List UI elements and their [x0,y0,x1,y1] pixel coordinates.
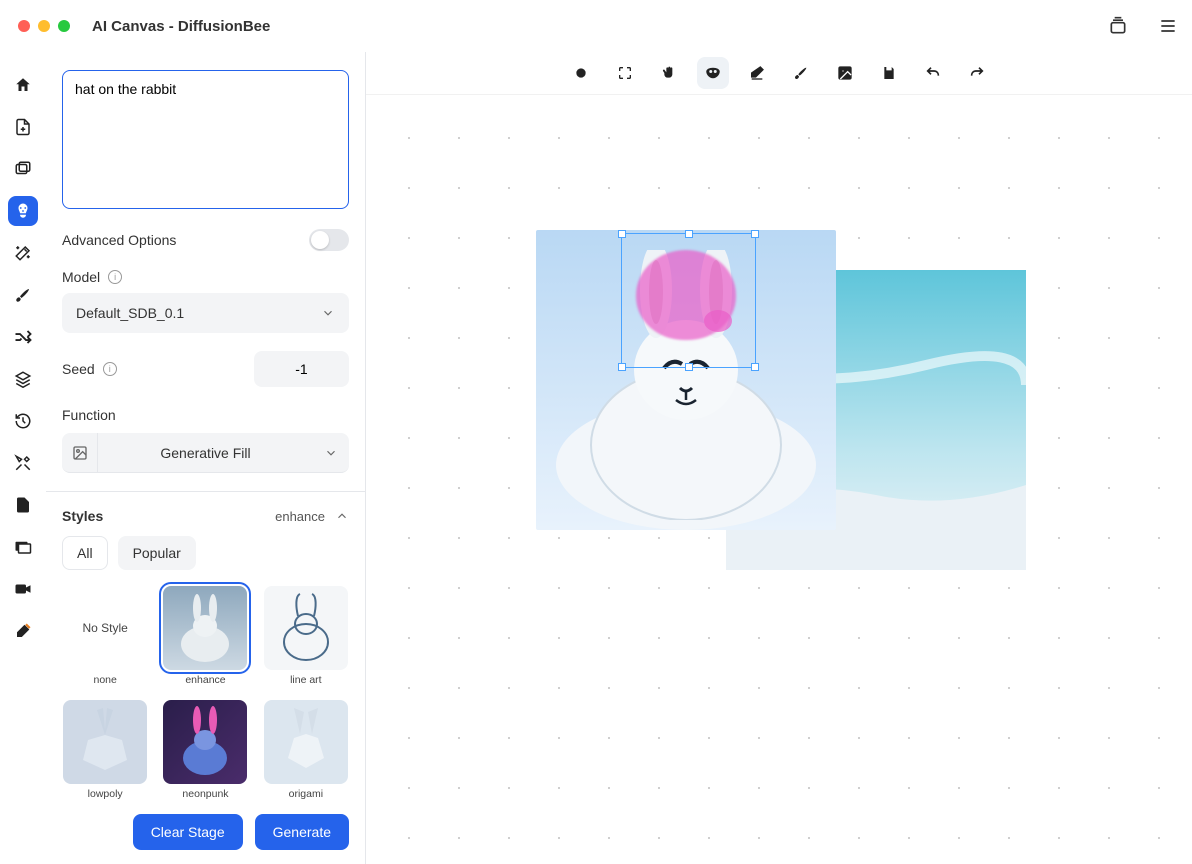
close-window-button[interactable] [18,20,30,32]
chevron-up-icon[interactable] [335,509,349,523]
canvas-toolbar [366,52,1192,94]
nav-gallery-icon[interactable] [8,532,38,562]
styles-current: enhance [275,509,325,524]
tool-undo-icon[interactable] [917,57,949,89]
canvas-area [366,52,1192,864]
seed-input[interactable] [254,351,349,387]
nav-layers-icon[interactable] [8,364,38,394]
nav-brush-icon[interactable] [8,280,38,310]
selection-box[interactable] [621,233,756,368]
minimize-window-button[interactable] [38,20,50,32]
resize-handle[interactable] [685,363,693,371]
style-card-none[interactable]: No Style none [62,586,148,686]
generate-button[interactable]: Generate [255,814,349,850]
info-icon[interactable]: i [108,270,122,284]
chevron-down-icon [321,306,335,320]
style-caption: origami [289,788,323,800]
nav-rail [0,52,46,864]
nav-shuffle-icon[interactable] [8,322,38,352]
resize-handle[interactable] [751,230,759,238]
tool-image-icon[interactable] [829,57,861,89]
no-style-label: No Style [82,621,127,635]
model-value: Default_SDB_0.1 [76,305,184,321]
maximize-window-button[interactable] [58,20,70,32]
nav-build-icon[interactable] [8,616,38,646]
nav-document-icon[interactable] [8,490,38,520]
nav-images-icon[interactable] [8,154,38,184]
seed-label: Seed [62,361,95,377]
tool-hand-icon[interactable] [653,57,685,89]
resize-handle[interactable] [751,363,759,371]
tool-save-icon[interactable] [873,57,905,89]
model-select[interactable]: Default_SDB_0.1 [62,293,349,333]
advanced-options-label: Advanced Options [62,232,176,248]
menu-icon[interactable] [1158,16,1178,36]
function-value: Generative Fill [98,445,313,461]
nav-file-plus-icon[interactable] [8,112,38,142]
style-caption: line art [290,674,322,686]
tool-expand-icon[interactable] [609,57,641,89]
title-bar: AI Canvas - DiffusionBee [0,0,1192,52]
tool-redo-icon[interactable] [961,57,993,89]
nav-home-icon[interactable] [8,70,38,100]
styles-heading: Styles [62,508,103,524]
tab-all[interactable]: All [62,536,108,570]
style-card-lowpoly[interactable]: lowpoly [62,700,148,800]
style-caption: enhance [185,674,225,686]
clear-stage-button[interactable]: Clear Stage [133,814,243,850]
nav-magic-wand-icon[interactable] [8,238,38,268]
function-select[interactable]: Generative Fill [62,433,349,473]
style-card-neonpunk[interactable]: neonpunk [162,700,248,800]
nav-tools-icon[interactable] [8,448,38,478]
model-label: Model [62,269,100,285]
window-title: AI Canvas - DiffusionBee [92,18,270,35]
style-card-enhance[interactable]: enhance [162,586,248,686]
nav-video-icon[interactable] [8,574,38,604]
tool-mask-icon[interactable] [697,57,729,89]
tab-popular[interactable]: Popular [118,536,196,570]
resize-handle[interactable] [618,363,626,371]
divider [46,491,365,492]
resize-handle[interactable] [685,230,693,238]
canvas-stage[interactable] [366,94,1192,864]
function-label: Function [62,407,116,423]
settings-panel: Advanced Options Model i Default_SDB_0.1… [46,52,366,864]
image-icon [72,445,88,461]
stacks-icon[interactable] [1108,16,1128,36]
nav-canvas-icon[interactable] [8,196,38,226]
tool-brush-icon[interactable] [785,57,817,89]
resize-handle[interactable] [618,230,626,238]
prompt-input[interactable] [62,70,349,209]
nav-history-icon[interactable] [8,406,38,436]
style-caption: none [93,674,116,686]
tool-eraser-icon[interactable] [741,57,773,89]
style-caption: lowpoly [88,788,123,800]
style-caption: neonpunk [182,788,228,800]
style-card-origami[interactable]: origami [263,700,349,800]
info-icon[interactable]: i [103,362,117,376]
traffic-lights [18,20,70,32]
advanced-options-toggle[interactable] [309,229,349,251]
chevron-down-icon [324,446,338,460]
style-card-lineart[interactable]: line art [263,586,349,686]
tool-circle-icon[interactable] [565,57,597,89]
